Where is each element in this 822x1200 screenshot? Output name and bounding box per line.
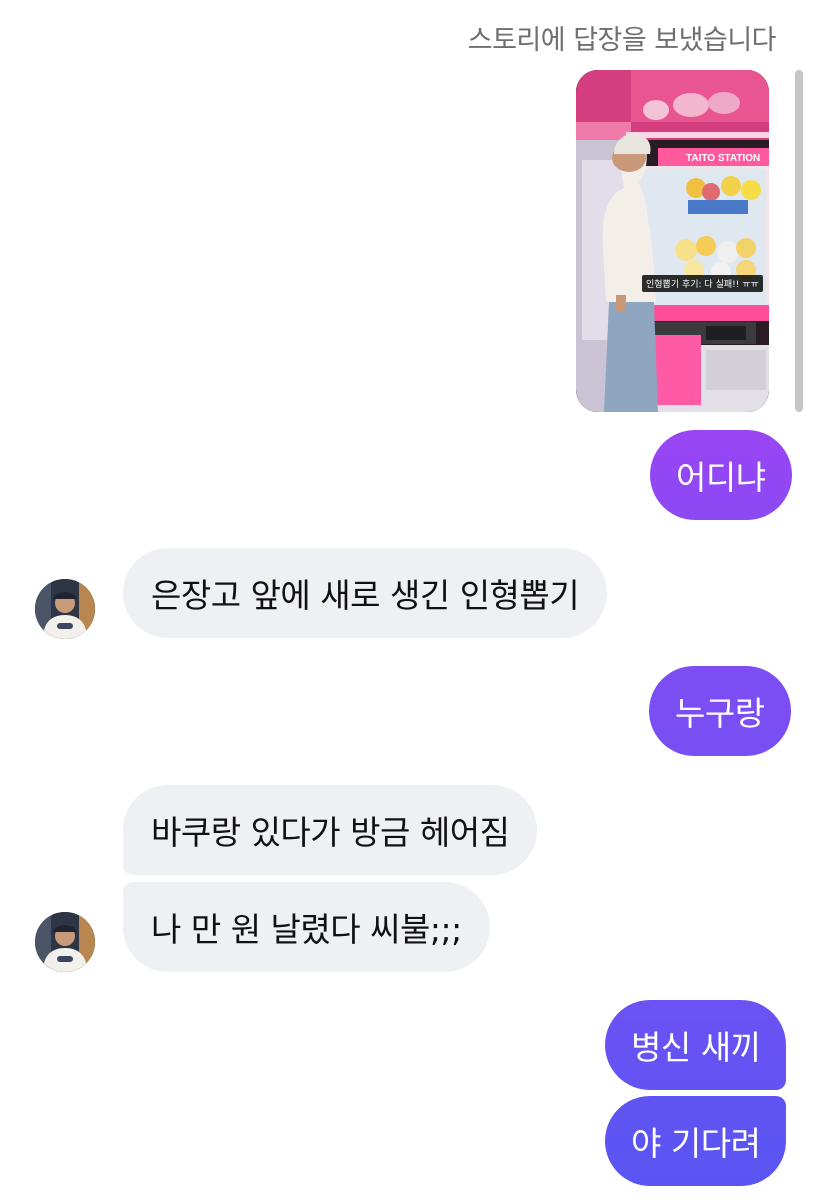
message-text: 누구랑 <box>675 694 765 733</box>
message-text: 병신 새끼 <box>631 1028 761 1067</box>
sent-message-bubble[interactable]: 어디냐 <box>650 430 792 520</box>
message-text: 나 만 원 날렸다 씨불;;; <box>151 910 462 949</box>
story-overlay-text: 인형뽑기 후기: 다 실패!! ㅠㅠ <box>642 275 763 292</box>
story-reply-caption: 스토리에 답장을 보냈습니다 <box>467 25 777 56</box>
sender-avatar[interactable] <box>35 912 95 972</box>
chat-scrollbar[interactable] <box>795 70 803 412</box>
message-text: 바쿠랑 있다가 방금 헤어짐 <box>151 813 510 852</box>
story-preview-image: TAITO STATION <box>576 70 769 412</box>
story-preview[interactable]: TAITO STATION 인형뽑기 후기: 다 실패!! ㅠㅠ <box>576 70 769 412</box>
sent-message-bubble[interactable]: 병신 새끼 <box>605 1000 787 1090</box>
received-message-bubble[interactable]: 은장고 앞에 새로 생긴 인형뽑기 <box>123 548 608 638</box>
sent-message-bubble[interactable]: 야 기다려 <box>605 1096 787 1186</box>
message-text: 은장고 앞에 새로 생긴 인형뽑기 <box>151 576 580 615</box>
avatar-image <box>35 912 95 972</box>
story-sign-text: TAITO STATION <box>686 153 760 164</box>
sent-message-bubble[interactable]: 누구랑 <box>649 666 791 756</box>
sender-avatar[interactable] <box>35 579 95 639</box>
received-message-bubble[interactable]: 바쿠랑 있다가 방금 헤어짐 <box>123 785 538 875</box>
message-text: 야 기다려 <box>631 1124 761 1163</box>
avatar-image <box>35 579 95 639</box>
message-text: 어디냐 <box>676 458 766 497</box>
received-message-bubble[interactable]: 나 만 원 날렸다 씨불;;; <box>123 882 490 972</box>
